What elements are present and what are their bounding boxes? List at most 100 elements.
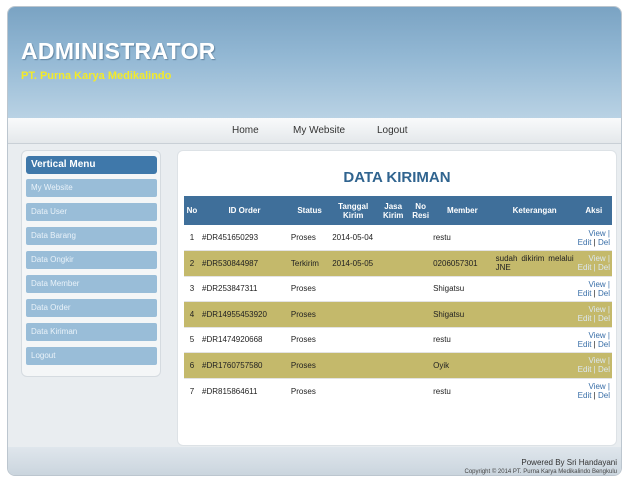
cell-aksi: View | Edit | Del	[575, 377, 612, 404]
delete-link[interactable]: Del	[598, 289, 610, 298]
cell-id-order: #DR14955453920	[200, 301, 289, 327]
cell-no: 7	[184, 377, 200, 404]
cell-keterangan: sudah dikirim melalui JNE	[493, 250, 576, 276]
view-link[interactable]: View |	[589, 356, 611, 365]
edit-link[interactable]: Edit	[578, 340, 592, 349]
cell-keterangan	[493, 352, 576, 378]
view-link[interactable]: View |	[589, 280, 611, 289]
sidebar-item-data-member[interactable]: Data Member	[26, 275, 157, 293]
cell-no-resi	[410, 250, 432, 276]
nav-my-website-link[interactable]: My Website	[293, 125, 345, 136]
sidebar-item-data-kiriman[interactable]: Data Kiriman	[26, 323, 157, 341]
cell-member: restu	[431, 225, 494, 251]
view-link[interactable]: View |	[589, 229, 611, 238]
sidebar-item-data-user[interactable]: Data User	[26, 203, 157, 221]
cell-member: 0206057301	[431, 250, 494, 276]
cell-id-order: #DR1474920668	[200, 326, 289, 353]
cell-keterangan	[493, 326, 576, 353]
cell-tanggal-kirim	[330, 301, 377, 327]
cell-id-order: #DR1760757580	[200, 352, 289, 378]
cell-status: Proses	[288, 225, 331, 251]
cell-jasa-kirim	[376, 301, 411, 327]
view-link[interactable]: View |	[589, 382, 611, 391]
cell-id-order: #DR253847311	[200, 275, 289, 302]
delete-link[interactable]: Del	[598, 391, 610, 400]
footer: Powered By Sri Handayani Copyright © 201…	[8, 447, 621, 475]
cell-aksi: View | Edit | Del	[575, 275, 612, 302]
table-row: 7 #DR815864611 Proses restu View | Edit | Del	[184, 377, 612, 404]
cell-id-order: #DR530844987	[200, 250, 289, 276]
delete-link[interactable]: Del	[598, 365, 610, 374]
page-title: DATA KIRIMAN	[343, 169, 451, 186]
view-link[interactable]: View |	[589, 331, 611, 340]
col-header-jasa-kirim: Jasa Kirim	[376, 196, 411, 225]
main-content: DATA KIRIMAN No ID Order Status Tanggal …	[177, 150, 617, 446]
cell-tanggal-kirim: 2014-05-04	[330, 225, 377, 251]
cell-jasa-kirim	[376, 225, 411, 251]
view-link[interactable]: View |	[589, 305, 611, 314]
cell-no-resi	[410, 225, 432, 251]
page-frame: ADMINISTRATOR PT. Purna Karya Medikalind…	[7, 6, 622, 476]
col-header-tanggal-kirim: Tanggal Kirim	[330, 196, 377, 225]
sidebar-item-data-ongkir[interactable]: Data Ongkir	[26, 251, 157, 269]
cell-member: Shigatsu	[431, 301, 494, 327]
edit-link[interactable]: Edit	[578, 289, 592, 298]
edit-link[interactable]: Edit	[578, 238, 592, 247]
nav-home-link[interactable]: Home	[232, 125, 259, 136]
sidebar-item-logout[interactable]: Logout	[26, 347, 157, 365]
sidebar-item-my-website[interactable]: My Website	[26, 179, 157, 197]
cell-status: Terkirim	[288, 250, 331, 276]
edit-link[interactable]: Edit	[578, 314, 592, 323]
cell-status: Proses	[288, 301, 331, 327]
cell-id-order: #DR815864611	[200, 377, 289, 404]
table-row: 6 #DR1760757580 Proses Oyik View | Edit | Del	[184, 352, 612, 378]
cell-aksi: View | Edit | Del	[575, 326, 612, 353]
edit-link[interactable]: Edit	[578, 263, 592, 272]
cell-tanggal-kirim	[330, 352, 377, 378]
cell-member: restu	[431, 377, 494, 404]
top-nav: Home My Website Logout	[8, 118, 621, 144]
view-link[interactable]: View |	[589, 254, 611, 263]
site-header: ADMINISTRATOR PT. Purna Karya Medikalind…	[8, 7, 621, 118]
cell-keterangan	[493, 225, 576, 251]
cell-id-order: #DR451650293	[200, 225, 289, 251]
col-header-no-resi: No Resi	[410, 196, 432, 225]
col-header-id-order: ID Order	[200, 196, 289, 225]
delete-link[interactable]: Del	[598, 340, 610, 349]
col-header-status: Status	[288, 196, 331, 225]
col-header-no: No	[184, 196, 200, 225]
edit-link[interactable]: Edit	[578, 365, 592, 374]
cell-no: 1	[184, 225, 200, 251]
cell-aksi: View | Edit | Del	[575, 352, 612, 378]
site-subtitle: PT. Purna Karya Medikalindo	[21, 70, 172, 82]
table-row: 3 #DR253847311 Proses Shigatsu View | Edit | …	[184, 275, 612, 302]
cell-no-resi	[410, 275, 432, 302]
col-header-keterangan: Keterangan	[493, 196, 576, 225]
nav-logout-link[interactable]: Logout	[377, 125, 408, 136]
sidebar: Vertical Menu My Website Data User Data …	[21, 150, 161, 377]
cell-no: 2	[184, 250, 200, 276]
cell-no: 4	[184, 301, 200, 327]
cell-status: Proses	[288, 326, 331, 353]
orders-table: No ID Order Status Tanggal Kirim Jasa Ki…	[184, 196, 612, 404]
cell-tanggal-kirim: 2014-05-05	[330, 250, 377, 276]
table-row: 5 #DR1474920668 Proses restu View | Edit | De…	[184, 326, 612, 353]
sidebar-item-data-barang[interactable]: Data Barang	[26, 227, 157, 245]
sidebar-item-data-order[interactable]: Data Order	[26, 299, 157, 317]
cell-aksi: View | Edit | Del	[575, 250, 612, 276]
cell-aksi: View | Edit | Del	[575, 301, 612, 327]
cell-no: 3	[184, 275, 200, 302]
cell-jasa-kirim	[376, 326, 411, 353]
table-row: 2 #DR530844987 Terkirim 2014-05-05 020605730…	[184, 250, 612, 276]
table-row: 1 #DR451650293 Proses 2014-05-04 restu View |…	[184, 225, 612, 251]
cell-keterangan	[493, 275, 576, 302]
cell-no: 6	[184, 352, 200, 378]
delete-link[interactable]: Del	[598, 263, 610, 272]
edit-link[interactable]: Edit	[578, 391, 592, 400]
delete-link[interactable]: Del	[598, 238, 610, 247]
cell-no-resi	[410, 301, 432, 327]
cell-jasa-kirim	[376, 275, 411, 302]
sidebar-title: Vertical Menu	[26, 156, 157, 174]
delete-link[interactable]: Del	[598, 314, 610, 323]
cell-tanggal-kirim	[330, 377, 377, 404]
